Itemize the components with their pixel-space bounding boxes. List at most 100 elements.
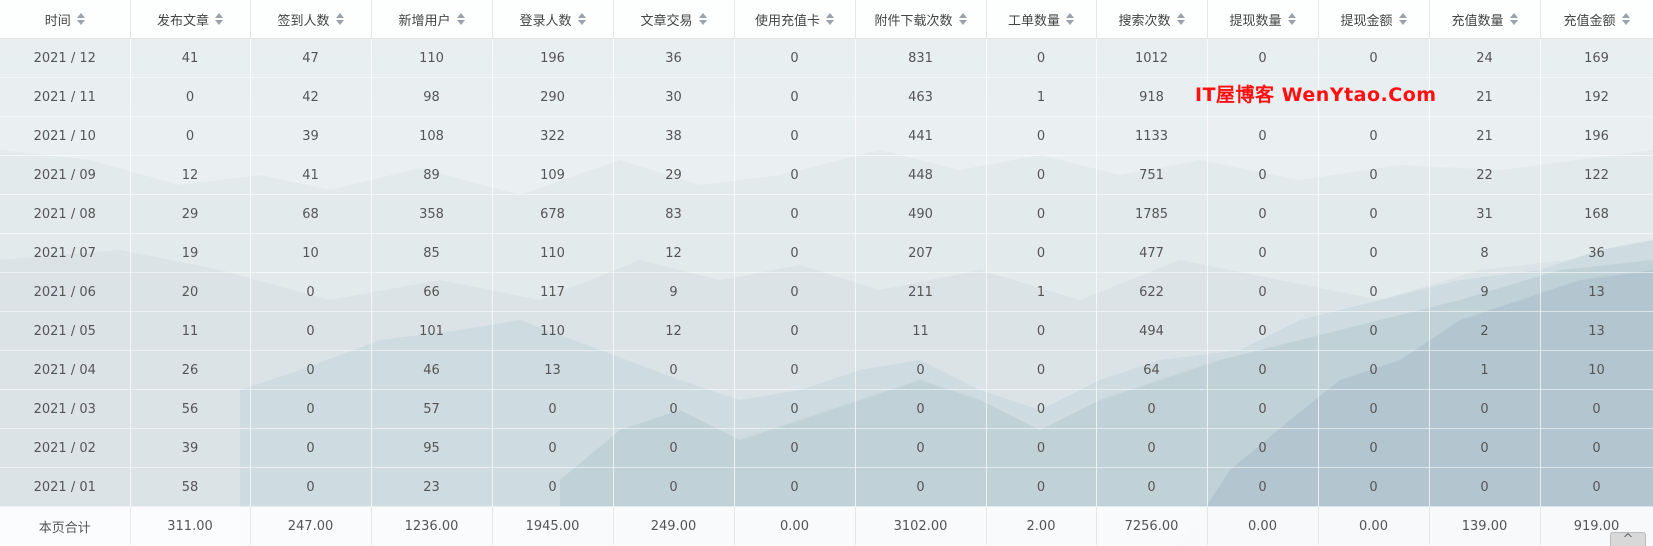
table-cell: 0: [1429, 389, 1541, 429]
table-cell: 322: [492, 116, 614, 156]
column-header-content: 充值金额: [1563, 10, 1630, 29]
sort-icon[interactable]: [826, 13, 834, 25]
total-cell: 0.00: [1318, 506, 1430, 546]
sort-icon[interactable]: [76, 13, 85, 25]
table-cell: 1012: [1096, 38, 1208, 78]
table-cell: 101: [371, 311, 493, 351]
table-cell: 9: [613, 272, 735, 312]
column-header[interactable]: 附件下载次数: [855, 0, 987, 39]
column-header[interactable]: 文章交易: [613, 0, 735, 39]
table-cell: 11: [855, 311, 987, 351]
sort-icon[interactable]: [1176, 13, 1185, 25]
column-header[interactable]: 提现数量: [1207, 0, 1319, 39]
table-cell: 0: [1540, 467, 1653, 507]
table-cell: 358: [371, 194, 493, 234]
table-row: 2021 / 07 19 10 85 110 12 0 207 0 477 0 0 8 36: [0, 233, 1653, 273]
table-cell: 0: [1318, 38, 1430, 78]
sort-icon[interactable]: [698, 13, 707, 25]
table-cell: 85: [371, 233, 493, 273]
total-cell: 0.00: [734, 506, 856, 546]
table-cell: 98: [371, 77, 493, 117]
column-header[interactable]: 提现金额: [1318, 0, 1430, 39]
column-header[interactable]: 新增用户: [371, 0, 493, 39]
sort-icon[interactable]: [1398, 13, 1407, 25]
table-cell: 26: [130, 350, 251, 390]
table-cell: 36: [613, 38, 735, 78]
table-cell: 22: [1429, 155, 1541, 195]
table-cell: 0: [986, 155, 1097, 195]
table-row: 2021 / 01 58 0 23 0 0 0 0 0 0 0 0 0 0: [0, 467, 1653, 507]
column-header[interactable]: 签到人数: [250, 0, 372, 39]
table-cell: 41: [250, 155, 372, 195]
table-cell: 9: [1429, 272, 1541, 312]
total-cell: 311.00: [130, 506, 251, 546]
sort-icon[interactable]: [577, 13, 586, 25]
column-header[interactable]: 时间: [0, 0, 131, 39]
column-header-content: 提现数量: [1229, 10, 1296, 29]
table-cell: 95: [371, 428, 493, 468]
table-cell: 1785: [1096, 194, 1208, 234]
table-cell: 0: [734, 350, 856, 390]
table-cell: 0: [855, 467, 987, 507]
sort-icon[interactable]: [1287, 13, 1296, 25]
table-cell: 0: [1318, 311, 1430, 351]
table-cell: 2021 / 09: [0, 155, 131, 195]
table-row: 2021 / 06 20 0 66 117 9 0 211 1 622 0 0 9 13: [0, 272, 1653, 312]
table-cell: 117: [492, 272, 614, 312]
sort-icon[interactable]: [335, 13, 344, 25]
table-cell: 0: [734, 38, 856, 78]
table-body: 2021 / 12 41 47 110 196 36 0 831 0 1012 0 0 24 169 202…: [0, 38, 1653, 546]
table-cell: 0: [986, 428, 1097, 468]
table-cell: 31: [1429, 194, 1541, 234]
table-cell: 168: [1540, 194, 1653, 234]
table-cell: 0: [1207, 389, 1319, 429]
sort-icon[interactable]: [1621, 13, 1630, 25]
column-header[interactable]: 工单数量: [986, 0, 1097, 39]
column-header[interactable]: 发布文章: [130, 0, 251, 39]
column-header[interactable]: 充值数量: [1429, 0, 1541, 39]
table-cell: 0: [613, 428, 735, 468]
column-header-label: 发布文章: [156, 13, 209, 29]
table-cell: 46: [371, 350, 493, 390]
column-header[interactable]: 登录人数: [492, 0, 614, 39]
column-header-content: 新增用户: [398, 10, 465, 29]
table-cell: 0: [1207, 350, 1319, 390]
column-header[interactable]: 使用充值卡: [734, 0, 856, 39]
sort-icon[interactable]: [1066, 13, 1074, 25]
sort-icon[interactable]: [1509, 13, 1518, 25]
total-cell: 2.00: [986, 506, 1097, 546]
scroll-to-top-button[interactable]: ^: [1610, 532, 1646, 546]
table-cell: 0: [1318, 428, 1430, 468]
table-cell: 10: [250, 233, 372, 273]
column-header-label: 登录人数: [519, 13, 572, 29]
column-header[interactable]: 搜索次数: [1096, 0, 1208, 39]
sort-icon[interactable]: [456, 13, 465, 25]
column-header-label: 提现数量: [1229, 13, 1282, 29]
table-cell: 441: [855, 116, 987, 156]
table-cell: 0: [1207, 311, 1319, 351]
table-cell: 110: [492, 311, 614, 351]
table-cell: 0: [492, 389, 614, 429]
table-cell: 0: [1207, 467, 1319, 507]
table-cell: 0: [734, 311, 856, 351]
table-cell: 2021 / 03: [0, 389, 131, 429]
table-cell: 2021 / 04: [0, 350, 131, 390]
table-cell: 12: [613, 233, 735, 273]
table-cell: 0: [250, 350, 372, 390]
table-cell: 490: [855, 194, 987, 234]
table-cell: 0: [1207, 428, 1319, 468]
table-cell: 0: [1318, 272, 1430, 312]
column-header-label: 签到人数: [277, 13, 330, 29]
column-header-content: 登录人数: [519, 10, 586, 29]
table-cell: 56: [130, 389, 251, 429]
table-cell: 448: [855, 155, 987, 195]
column-header-content: 搜索次数: [1118, 10, 1185, 29]
column-header-label: 提现金额: [1340, 13, 1393, 29]
sort-icon[interactable]: [215, 13, 223, 25]
table-cell: 29: [613, 155, 735, 195]
table-cell: 0: [734, 233, 856, 273]
table-cell: 0: [855, 389, 987, 429]
column-header[interactable]: 充值金额: [1540, 0, 1653, 39]
table-cell: 0: [1540, 428, 1653, 468]
sort-icon[interactable]: [958, 13, 967, 25]
